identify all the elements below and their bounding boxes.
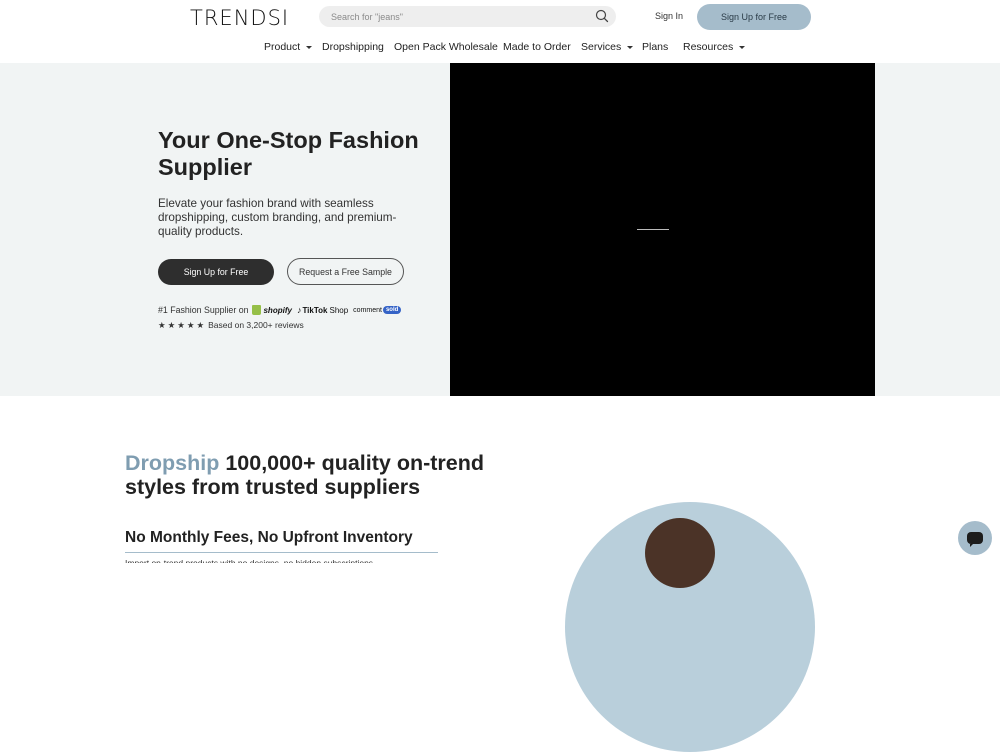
tiktok-note-icon: ♪ (296, 305, 302, 315)
hero-video[interactable] (450, 63, 875, 396)
section-title: Dropship 100,000+ quality on-trend style… (125, 451, 545, 499)
top-header: TRENDSI Sign In Sign Up for Free (0, 0, 1000, 34)
nav-item-plans[interactable]: Plans (642, 41, 668, 53)
shopify-bag-icon (252, 305, 262, 315)
section-title-accent: Dropship (125, 451, 220, 475)
nav-item-label: Plans (642, 41, 669, 53)
tiktok-shop-logo: ♪ TikTok Shop (297, 305, 348, 315)
search-input[interactable] (331, 10, 581, 24)
main-nav: Product Dropshipping Open Pack Wholesale… (0, 41, 1000, 57)
search-bar[interactable] (319, 6, 616, 27)
nav-item-product[interactable]: Product (264, 41, 313, 53)
nav-item-label: Services (581, 41, 622, 53)
feature-title: No Monthly Fees, No Upfront Inventory (125, 529, 413, 546)
nav-item-label: Made to Order (503, 41, 571, 53)
request-sample-button[interactable]: Request a Free Sample (287, 258, 404, 285)
shopify-logo: shopify (252, 305, 292, 315)
supplier-prefix: #1 Fashion Supplier on (158, 305, 249, 315)
brand-logo[interactable]: TRENDSI (190, 6, 289, 30)
nav-item-services[interactable]: Services (581, 41, 634, 53)
model-photo (565, 502, 815, 752)
nav-item-label: Dropshipping (322, 41, 384, 53)
nav-item-resources[interactable]: Resources (683, 41, 746, 53)
star-icon: ★ (158, 319, 166, 330)
caret-down-icon (739, 45, 746, 49)
hero-section: Your One-Stop Fashion Supplier Elevate y… (0, 63, 1000, 396)
sign-up-button[interactable]: Sign Up for Free (697, 4, 811, 30)
chat-button[interactable] (958, 521, 992, 555)
nav-item-label: Open Pack Wholesale (394, 41, 498, 53)
commentsold-badge: sold (382, 306, 402, 314)
feature-divider (125, 552, 438, 553)
star-icon: ★ (167, 319, 176, 330)
caret-down-icon (306, 45, 313, 49)
feature-text: Import on-trend products with no designs… (125, 558, 374, 563)
nav-item-open-pack-wholesale[interactable]: Open Pack Wholesale (394, 41, 498, 53)
star-icon: ★ (196, 319, 205, 330)
tiktok-wordmark: TikTok (302, 305, 328, 315)
hero-sign-up-button[interactable]: Sign Up for Free (158, 259, 274, 285)
star-icon: ★ (177, 319, 185, 330)
nav-item-label: Resources (683, 41, 734, 53)
commentsold-wordmark: comment (353, 306, 382, 314)
hero-subtitle: Elevate your fashion brand with seamless… (158, 197, 397, 238)
nav-item-made-to-order[interactable]: Made to Order (503, 41, 571, 53)
search-icon[interactable] (595, 9, 609, 23)
rating-row: ★ ★ ★ ★ ★ Based on 3,200+ reviews (158, 319, 304, 331)
star-rating: ★ ★ ★ ★ ★ (158, 320, 206, 331)
reviews-count: Based on 3,200+ reviews (208, 320, 304, 330)
supplier-badges: #1 Fashion Supplier on shopify ♪ TikTok … (158, 303, 402, 317)
chat-icon (967, 532, 983, 547)
sign-in-link[interactable]: Sign In (655, 11, 683, 21)
shopify-wordmark: shopify (263, 305, 292, 315)
video-loading-indicator (637, 229, 669, 230)
nav-item-label: Product (264, 41, 301, 53)
model-hair (645, 518, 715, 588)
star-icon: ★ (186, 319, 195, 330)
hero-title: Your One-Stop Fashion Supplier (158, 127, 419, 180)
caret-down-icon (627, 45, 634, 49)
commentsold-logo: comment sold (353, 306, 402, 314)
nav-item-dropshipping[interactable]: Dropshipping (322, 41, 384, 53)
tiktok-shop-suffix: Shop (329, 305, 349, 315)
